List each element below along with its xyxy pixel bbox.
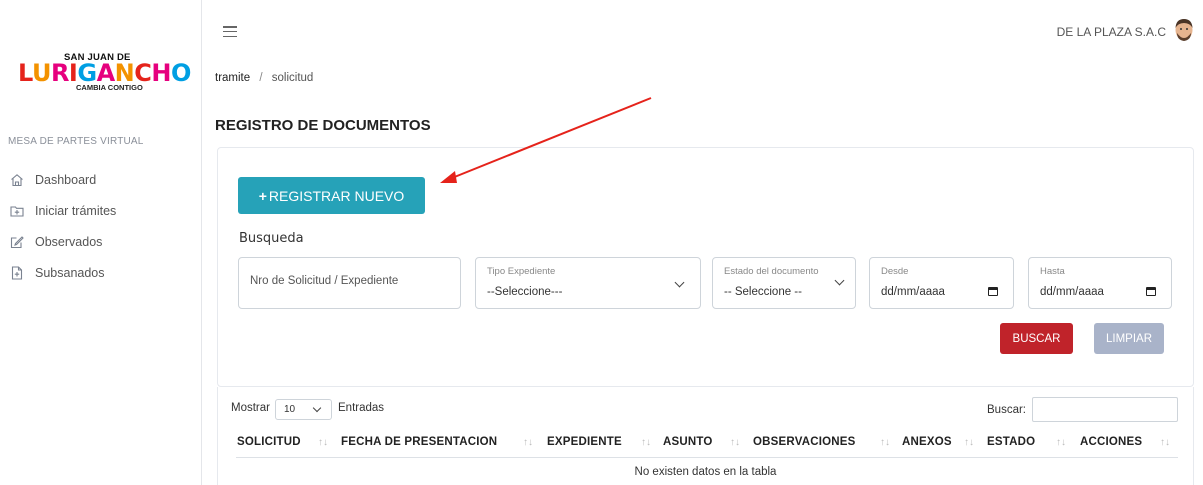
nro-solicitud-placeholder: Nro de Solicitud / Expediente bbox=[250, 275, 399, 287]
sort-icon[interactable]: ↑↓ bbox=[1160, 437, 1170, 448]
calendar-icon[interactable] bbox=[1146, 287, 1156, 296]
calendar-icon[interactable] bbox=[988, 287, 998, 296]
sidebar: SAN JUAN DE LURIGANCHO CAMBIA CONTIGO ME… bbox=[0, 0, 202, 485]
sidebar-item-label: Dashboard bbox=[35, 172, 97, 187]
register-new-label: REGISTRAR NUEVO bbox=[268, 187, 405, 204]
sort-icon[interactable]: ↑↓ bbox=[1056, 437, 1066, 448]
tipo-expediente-label: Tipo Expediente bbox=[487, 266, 556, 277]
page-title: REGISTRO DE DOCUMENTOS bbox=[215, 117, 431, 134]
sort-icon[interactable]: ↑↓ bbox=[730, 437, 740, 448]
column-header-estado[interactable]: ESTADO bbox=[987, 436, 1035, 448]
tipo-expediente-select[interactable]: Tipo Expediente --Seleccione--- bbox=[475, 257, 701, 309]
sidebar-nav: Dashboard Iniciar trámites Observados Su… bbox=[10, 164, 116, 288]
limpiar-button[interactable]: LIMPIAR bbox=[1094, 323, 1164, 354]
breadcrumb-parent[interactable]: tramite bbox=[215, 72, 250, 84]
table-search-input[interactable] bbox=[1032, 397, 1178, 422]
table-search-label: Buscar: bbox=[987, 404, 1026, 416]
avatar[interactable] bbox=[1171, 17, 1197, 45]
topbar: DE LA PLAZA S.A.C bbox=[203, 0, 1203, 62]
edit-icon bbox=[10, 235, 24, 249]
estado-documento-label: Estado del documento bbox=[724, 266, 819, 277]
hasta-date-input[interactable]: Hasta dd/mm/aaaa bbox=[1028, 257, 1172, 309]
empty-table-message: No existen datos en la tabla bbox=[634, 466, 777, 478]
municipality-logo[interactable]: SAN JUAN DE LURIGANCHO CAMBIA CONTIGO bbox=[18, 52, 191, 94]
tipo-expediente-value: --Seleccione--- bbox=[487, 286, 563, 298]
column-header-fecha[interactable]: FECHA DE PRESENTACION bbox=[341, 436, 497, 448]
estado-documento-value: -- Seleccione -- bbox=[724, 286, 802, 298]
logo-line-3: CAMBIA CONTIGO bbox=[76, 83, 143, 92]
column-header-observaciones[interactable]: OBSERVACIONES bbox=[753, 436, 856, 448]
show-label: Mostrar bbox=[231, 402, 270, 414]
hasta-value: dd/mm/aaaa bbox=[1040, 286, 1104, 298]
sort-icon[interactable]: ↑↓ bbox=[318, 437, 328, 448]
chevron-down-icon bbox=[312, 403, 322, 413]
breadcrumb-current: solicitud bbox=[271, 72, 314, 84]
table-header-divider bbox=[236, 457, 1178, 458]
sidebar-item-label: Observados bbox=[35, 234, 103, 249]
sidebar-item-subsanados[interactable]: Subsanados bbox=[10, 257, 116, 288]
plus-icon: + bbox=[258, 187, 267, 204]
desde-date-input[interactable]: Desde dd/mm/aaaa bbox=[869, 257, 1014, 309]
file-plus-icon bbox=[10, 265, 24, 280]
sort-icon[interactable]: ↑↓ bbox=[523, 437, 533, 448]
column-header-anexos[interactable]: ANEXOS bbox=[902, 436, 952, 448]
column-header-asunto[interactable]: ASUNTO bbox=[663, 436, 713, 448]
nro-solicitud-input[interactable]: Nro de Solicitud / Expediente bbox=[238, 257, 461, 309]
sort-icon[interactable]: ↑↓ bbox=[641, 437, 651, 448]
sidebar-item-iniciar-tramites[interactable]: Iniciar trámites bbox=[10, 195, 116, 226]
page-length-select[interactable]: 10 bbox=[275, 399, 332, 420]
sidebar-item-dashboard[interactable]: Dashboard bbox=[10, 164, 116, 195]
sort-icon[interactable]: ↑↓ bbox=[964, 437, 974, 448]
sort-icon[interactable]: ↑↓ bbox=[880, 437, 890, 448]
estado-documento-select[interactable]: Estado del documento -- Seleccione -- bbox=[712, 257, 856, 309]
page-length-value: 10 bbox=[284, 404, 296, 415]
sidebar-item-label: Iniciar trámites bbox=[35, 203, 117, 218]
menu-icon[interactable] bbox=[223, 26, 237, 38]
folder-plus-icon bbox=[10, 204, 24, 218]
user-name[interactable]: DE LA PLAZA S.A.C bbox=[1057, 25, 1166, 39]
sidebar-section-label: MESA DE PARTES VIRTUAL bbox=[8, 136, 144, 147]
chevron-down-icon bbox=[674, 277, 685, 288]
breadcrumb-separator: / bbox=[259, 72, 263, 84]
desde-value: dd/mm/aaaa bbox=[881, 286, 945, 298]
entries-label: Entradas bbox=[338, 402, 385, 414]
sidebar-item-observados[interactable]: Observados bbox=[10, 226, 116, 257]
column-header-acciones[interactable]: ACCIONES bbox=[1080, 436, 1142, 448]
sidebar-item-label: Subsanados bbox=[35, 265, 105, 280]
hasta-label: Hasta bbox=[1040, 266, 1065, 277]
chevron-down-icon bbox=[834, 275, 845, 286]
buscar-button[interactable]: BUSCAR bbox=[1000, 323, 1073, 354]
desde-label: Desde bbox=[881, 266, 909, 277]
search-heading: Busqueda bbox=[239, 231, 304, 246]
column-header-solicitud[interactable]: SOLICITUD bbox=[237, 436, 301, 448]
home-icon bbox=[10, 173, 24, 187]
column-header-expediente[interactable]: EXPEDIENTE bbox=[547, 436, 622, 448]
register-new-button[interactable]: + REGISTRAR NUEVO bbox=[238, 177, 425, 214]
breadcrumb: tramite / solicitud bbox=[215, 72, 313, 84]
